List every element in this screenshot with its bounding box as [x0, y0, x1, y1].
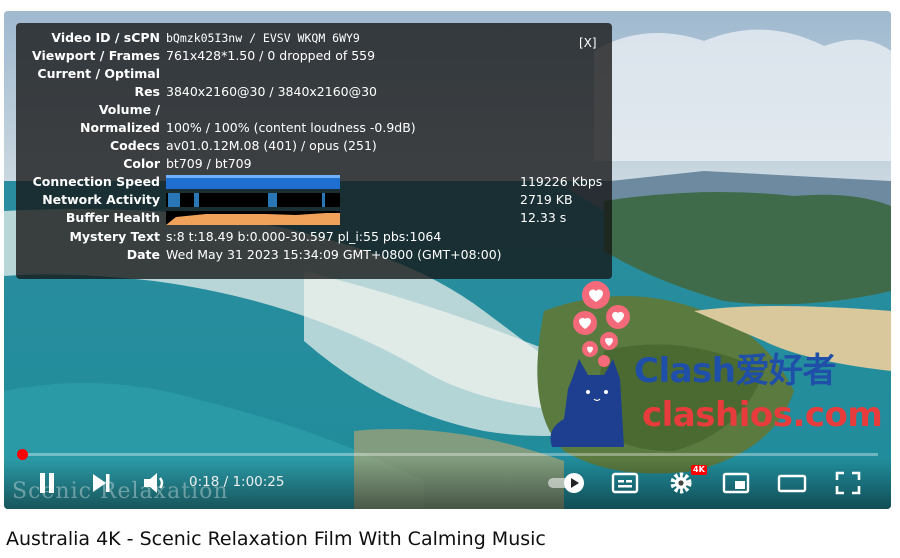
- stats-row: Video ID / sCPN bQmzk05I3nw / EVSV WKQM …: [16, 29, 612, 47]
- video-player[interactable]: [X] Video ID / sCPN bQmzk05I3nw / EVSV W…: [4, 11, 891, 509]
- stats-value: 12.33 s: [520, 210, 567, 225]
- stats-label: Codecs: [109, 138, 160, 153]
- stats-value: bt709 / bt709: [166, 156, 252, 171]
- stats-label: Date: [126, 247, 160, 262]
- stats-value: bQmzk05I3nw / EVSV WKQM 6WY9: [166, 31, 360, 45]
- stats-value: 761x428*1.50 / 0 dropped of 559: [166, 48, 376, 63]
- stats-value: 100% / 100% (content loudness -0.9dB): [166, 120, 416, 135]
- network-activity-graph: [166, 193, 340, 207]
- stats-row: Volume /: [16, 101, 612, 119]
- player-controls: Scenic Relaxation 0:18 / 1:00:25 4K: [4, 459, 891, 509]
- stats-label: Normalized: [80, 120, 160, 135]
- next-icon[interactable]: [86, 469, 116, 497]
- stats-label: Res: [134, 84, 160, 99]
- fullscreen-icon[interactable]: [833, 469, 863, 497]
- stats-row: Date Wed May 31 2023 15:34:09 GMT+0800 (…: [16, 246, 612, 264]
- stats-label: Current / Optimal: [37, 66, 160, 81]
- stats-row-buffer-health: Buffer Health 12.33 s: [16, 209, 612, 227]
- stats-row: Color bt709 / bt709: [16, 155, 612, 173]
- stats-value: 3840x2160@30 / 3840x2160@30: [166, 84, 378, 99]
- stats-row: Viewport / Frames 761x428*1.50 / 0 dropp…: [16, 47, 612, 65]
- heart-icon: [582, 281, 610, 309]
- stats-for-nerds-panel: [X] Video ID / sCPN bQmzk05I3nw / EVSV W…: [16, 23, 612, 279]
- stats-value: 2719 KB: [520, 192, 573, 207]
- stats-row-connection-speed: Connection Speed 119226 Kbps: [16, 173, 612, 191]
- heart-icon: [582, 341, 598, 357]
- video-title: Australia 4K - Scenic Relaxation Film Wi…: [6, 528, 546, 550]
- heart-icon: [598, 355, 610, 367]
- stats-row: Current / Optimal: [16, 65, 612, 83]
- miniplayer-icon[interactable]: [721, 469, 751, 497]
- stats-label: Volume /: [98, 102, 160, 117]
- stats-value: s:8 t:18.49 b:0.000-30.597 pl_i:55 pbs:1…: [166, 229, 442, 244]
- stats-label: Network Activity: [42, 192, 160, 207]
- buffer-health-graph: [166, 211, 340, 225]
- stats-label: Video ID / sCPN: [51, 30, 160, 45]
- cat-icon: [550, 359, 624, 447]
- autoplay-toggle[interactable]: [546, 469, 590, 497]
- quality-badge: 4K: [691, 465, 707, 475]
- watermark-url: clashios.com: [642, 395, 883, 435]
- stats-row: Normalized 100% / 100% (content loudness…: [16, 119, 612, 137]
- stats-label: Buffer Health: [65, 210, 160, 225]
- subtitles-icon[interactable]: [610, 469, 640, 497]
- stats-row: Codecs av01.0.12M.08 (401) / opus (251): [16, 137, 612, 155]
- progress-bar[interactable]: [17, 449, 878, 460]
- stats-label: Connection Speed: [32, 174, 160, 189]
- connection-speed-graph: [166, 175, 340, 189]
- stats-row: Res 3840x2160@30 / 3840x2160@30: [16, 83, 612, 101]
- watermark-title: Clash爱好者: [634, 351, 837, 391]
- stats-row: Mystery Text s:8 t:18.49 b:0.000-30.597 …: [16, 228, 612, 246]
- volume-icon[interactable]: [140, 469, 170, 497]
- heart-icon: [573, 311, 597, 335]
- stats-label: Viewport / Frames: [32, 48, 160, 63]
- stats-value: Wed May 31 2023 15:34:09 GMT+0800 (GMT+0…: [166, 247, 502, 262]
- stats-label: Color: [123, 156, 160, 171]
- time-display: 0:18 / 1:00:25: [189, 474, 285, 490]
- heart-icon: [600, 332, 618, 350]
- heart-icon: [606, 305, 630, 329]
- stats-label: Mystery Text: [69, 229, 160, 244]
- stats-value: av01.0.12M.08 (401) / opus (251): [166, 138, 377, 153]
- theater-mode-icon[interactable]: [777, 469, 807, 497]
- watermark-cat-logo: [550, 281, 630, 447]
- stats-value: 119226 Kbps: [520, 174, 603, 189]
- stats-row-network-activity: Network Activity 2719 KB: [16, 191, 612, 209]
- pause-icon[interactable]: [32, 469, 62, 497]
